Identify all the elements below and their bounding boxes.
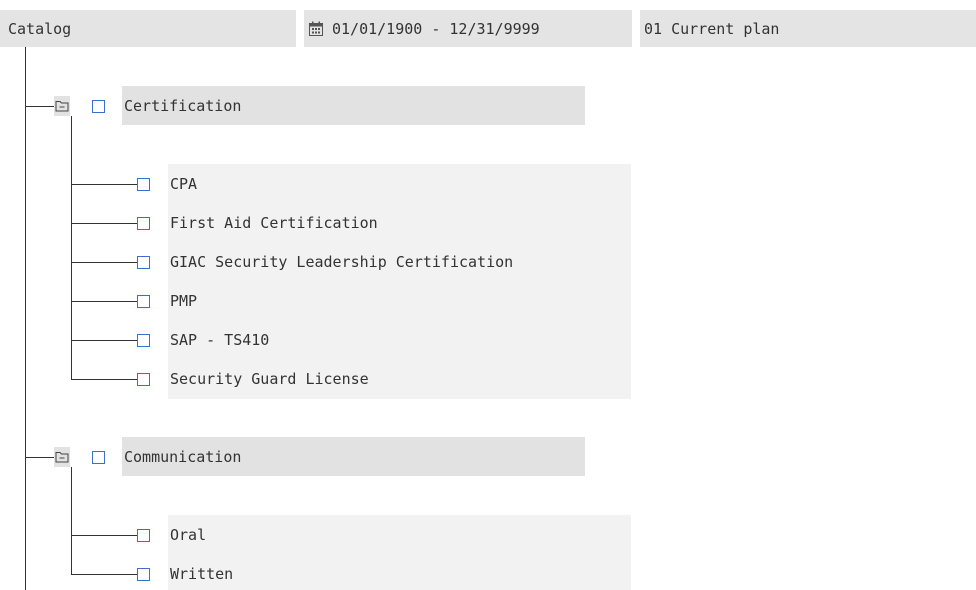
group-checkbox[interactable]	[92, 451, 105, 464]
item-label[interactable]: Written	[170, 564, 233, 584]
item-checkbox[interactable]	[137, 178, 150, 191]
plan-version-field[interactable]: 01 Current plan	[640, 10, 976, 47]
tree-root-line	[25, 47, 26, 590]
item-checkbox[interactable]	[137, 529, 150, 542]
tree-branch	[71, 379, 137, 380]
tree-branch	[71, 340, 137, 341]
item-checkbox[interactable]	[137, 217, 150, 230]
item-label[interactable]: Security Guard License	[170, 369, 369, 389]
tree-branch	[71, 262, 137, 263]
tree-branch	[71, 574, 137, 575]
date-range-value: 01/01/1900 - 12/31/9999	[332, 19, 540, 38]
group-label-certification[interactable]: Certification	[122, 86, 585, 125]
item-checkbox[interactable]	[137, 334, 150, 347]
tree-branch	[25, 457, 54, 458]
catalog-header: Catalog	[0, 10, 296, 47]
item-label[interactable]: CPA	[170, 174, 197, 194]
collapse-folder-icon[interactable]	[54, 447, 70, 467]
group-label-communication[interactable]: Communication	[122, 437, 585, 476]
date-range-field[interactable]: 01/01/1900 - 12/31/9999	[304, 10, 632, 47]
item-list-panel	[168, 515, 631, 590]
collapse-folder-icon[interactable]	[54, 96, 70, 116]
item-checkbox[interactable]	[137, 373, 150, 386]
tree-branch	[25, 106, 54, 107]
item-label[interactable]: SAP - TS410	[170, 330, 269, 350]
tree-branch	[71, 301, 137, 302]
item-checkbox[interactable]	[137, 295, 150, 308]
plan-version-value: 01 Current plan	[644, 19, 780, 38]
group-label-text: Certification	[124, 96, 242, 115]
calendar-icon[interactable]	[308, 21, 324, 37]
item-label[interactable]: First Aid Certification	[170, 213, 378, 233]
item-list-panel	[168, 164, 631, 399]
item-checkbox[interactable]	[137, 256, 150, 269]
catalog-label: Catalog	[8, 19, 72, 38]
tree-subtree-line	[71, 467, 72, 575]
item-label[interactable]: Oral	[170, 525, 206, 545]
item-label[interactable]: GIAC Security Leadership Certification	[170, 252, 513, 272]
tree-branch	[71, 535, 137, 536]
item-checkbox[interactable]	[137, 568, 150, 581]
group-label-text: Communication	[124, 447, 242, 466]
tree-branch	[71, 184, 137, 185]
item-label[interactable]: PMP	[170, 291, 197, 311]
group-checkbox[interactable]	[92, 100, 105, 113]
tree-branch	[71, 223, 137, 224]
